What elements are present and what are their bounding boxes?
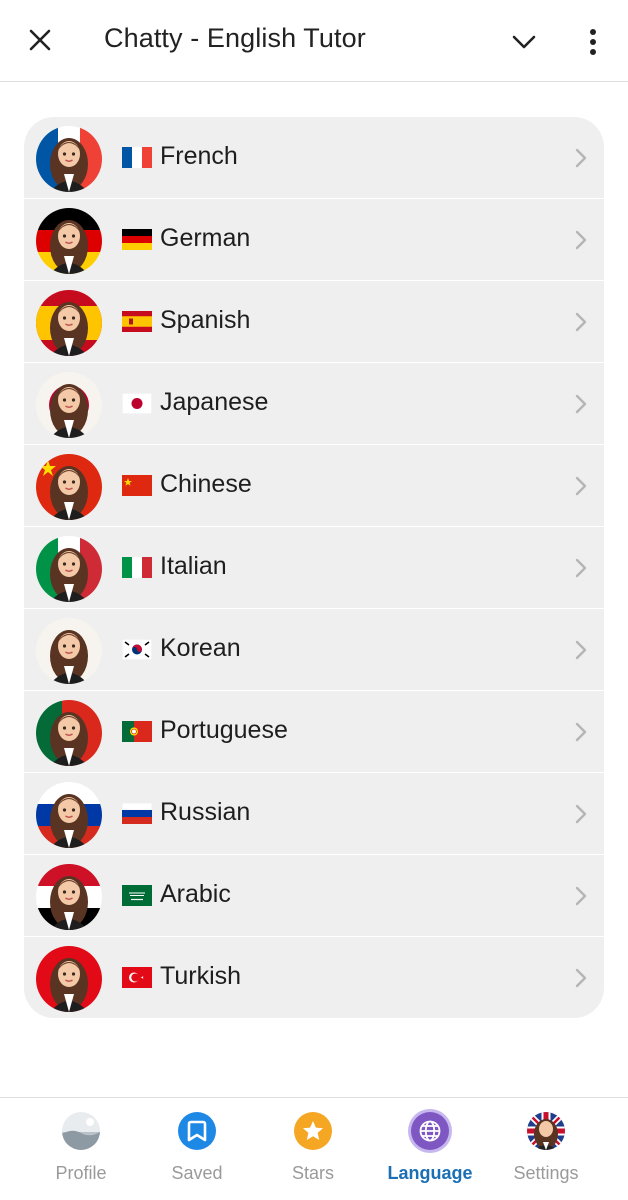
- profile-photo-icon: [62, 1112, 100, 1150]
- language-row-portuguese[interactable]: Portuguese: [24, 691, 604, 773]
- language-label: Turkish: [160, 962, 242, 990]
- tab-label: Profile: [55, 1163, 107, 1183]
- chevron-right-icon: [575, 968, 587, 988]
- bookmark-icon: [178, 1112, 216, 1150]
- language-row-russian[interactable]: Russian: [24, 773, 604, 855]
- language-label: German: [160, 224, 251, 252]
- more-options-button[interactable]: [576, 24, 610, 60]
- language-label: Chinese: [160, 470, 252, 498]
- language-label: Japanese: [160, 388, 269, 416]
- chevron-right-icon: [575, 558, 587, 578]
- chevron-right-icon: [575, 148, 587, 168]
- language-row-japanese[interactable]: Japanese: [24, 363, 604, 445]
- language-list: French German Spanish Japanese Chinese Italia…: [24, 117, 604, 1018]
- tutor-avatar-icon: [36, 782, 102, 848]
- chevron-right-icon: [575, 640, 587, 660]
- language-row-italian[interactable]: Italian: [24, 527, 604, 609]
- tutor-avatar-icon: [36, 700, 102, 766]
- page-title: Chatty - English Tutor: [104, 23, 366, 53]
- collapse-button[interactable]: [506, 24, 542, 60]
- app-header: Chatty - English Tutor: [0, 0, 628, 82]
- tab-profile[interactable]: Profile: [21, 1098, 141, 1200]
- chevron-right-icon: [575, 394, 587, 414]
- tab-settings[interactable]: Settings: [486, 1098, 606, 1200]
- tutor-avatar-icon: [36, 536, 102, 602]
- tab-label: Saved: [171, 1163, 223, 1183]
- language-row-korean[interactable]: Korean: [24, 609, 604, 691]
- chevron-right-icon: [575, 804, 587, 824]
- tab-language[interactable]: Language: [370, 1098, 490, 1200]
- tutor-avatar-icon: [36, 454, 102, 520]
- language-label: Spanish: [160, 306, 251, 334]
- tab-stars[interactable]: Stars: [253, 1098, 373, 1200]
- tab-saved[interactable]: Saved: [137, 1098, 257, 1200]
- language-label: Arabic: [160, 880, 231, 908]
- tutor-avatar-icon: [36, 618, 102, 684]
- tab-label: Stars: [291, 1163, 334, 1183]
- close-icon: [29, 29, 51, 51]
- tutor-avatar-icon: [36, 290, 102, 356]
- tutor-avatar-icon: [36, 864, 102, 930]
- language-label: French: [160, 142, 238, 170]
- chevron-right-icon: [575, 886, 587, 906]
- chevron-right-icon: [575, 476, 587, 496]
- language-row-turkish[interactable]: Turkish: [24, 937, 604, 1018]
- language-row-chinese[interactable]: Chinese: [24, 445, 604, 527]
- language-label: Portuguese: [160, 716, 288, 744]
- tutor-avatar-icon: [527, 1112, 565, 1150]
- language-row-spanish[interactable]: Spanish: [24, 281, 604, 363]
- language-label: Italian: [160, 552, 227, 580]
- tutor-avatar-icon: [36, 372, 102, 438]
- language-row-arabic[interactable]: Arabic: [24, 855, 604, 937]
- close-button[interactable]: [22, 22, 58, 58]
- globe-icon: [411, 1112, 449, 1150]
- chevron-down-icon: [512, 35, 536, 49]
- tab-label: Settings: [513, 1163, 579, 1183]
- tutor-avatar-icon: [36, 208, 102, 274]
- tutor-avatar-icon: [36, 126, 102, 192]
- more-vertical-icon: [590, 29, 596, 55]
- language-label: Korean: [160, 634, 241, 662]
- tutor-avatar-icon: [36, 946, 102, 1012]
- bottom-navigation: Profile Saved Stars Language Settings: [0, 1097, 628, 1200]
- language-row-german[interactable]: German: [24, 199, 604, 281]
- chevron-right-icon: [575, 722, 587, 742]
- chevron-right-icon: [575, 312, 587, 332]
- chevron-right-icon: [575, 230, 587, 250]
- language-row-french[interactable]: French: [24, 117, 604, 199]
- tab-label: Language: [387, 1163, 473, 1183]
- language-label: Russian: [160, 798, 251, 826]
- star-icon: [294, 1112, 332, 1150]
